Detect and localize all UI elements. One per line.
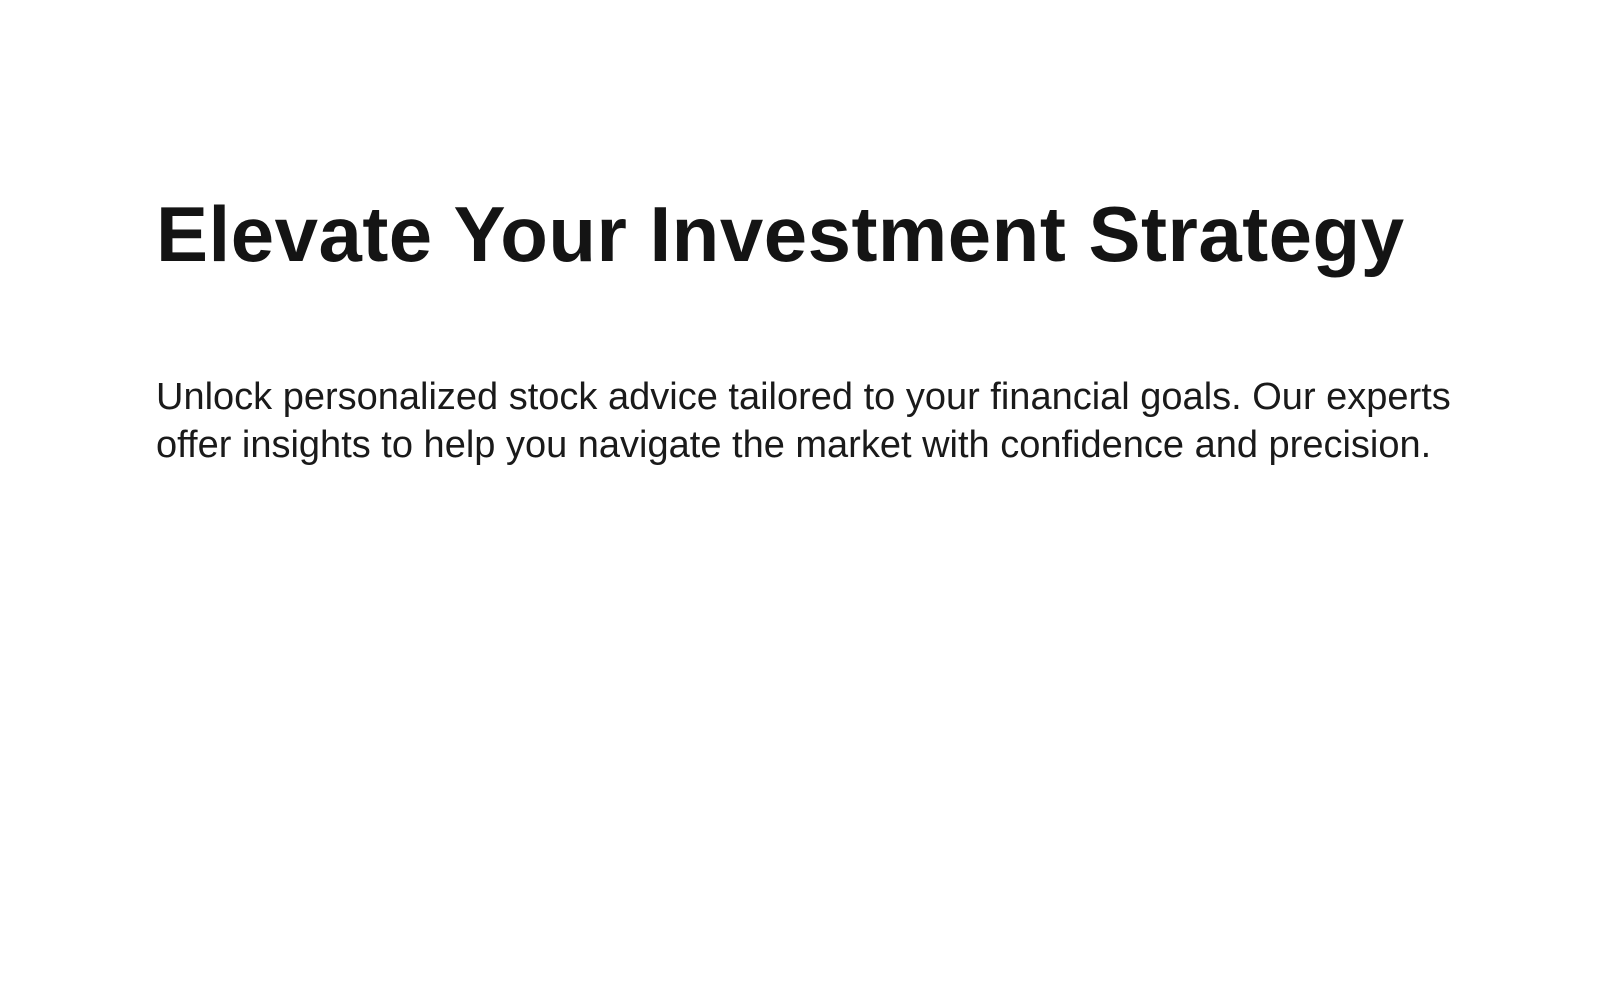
hero-description: Unlock personalized stock advice tailore… — [156, 376, 1451, 466]
hero-section: Elevate Your Investment Strategy Unlock … — [0, 0, 1620, 1006]
hero-title: Elevate Your Investment Strategy — [156, 190, 1405, 278]
